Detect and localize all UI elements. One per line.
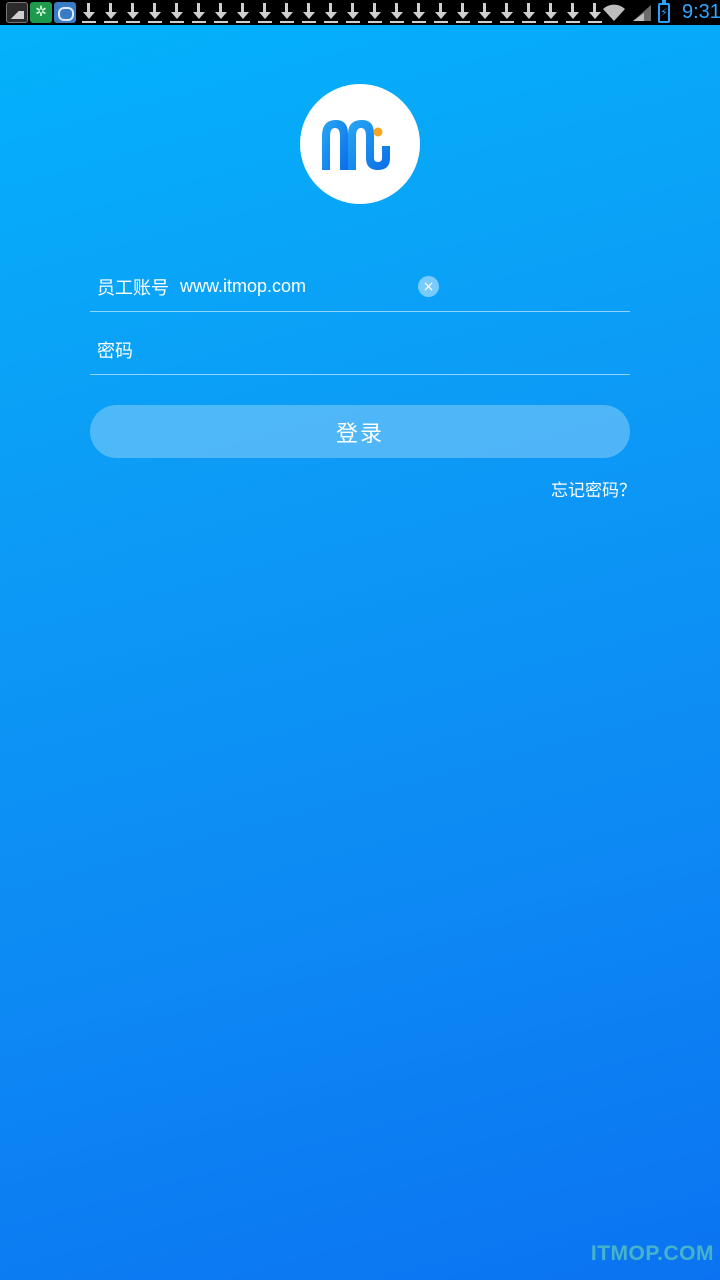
download-icon (434, 2, 448, 23)
download-icon (302, 2, 316, 23)
download-icon (500, 2, 514, 23)
password-input[interactable] (144, 339, 374, 360)
wifi-icon (603, 4, 625, 21)
download-icon (148, 2, 162, 23)
download-icon (478, 2, 492, 23)
login-button[interactable]: 登录 (90, 405, 630, 458)
account-input[interactable] (180, 276, 410, 297)
battery-charging-icon (658, 0, 670, 23)
download-icon (324, 2, 338, 23)
download-icon (170, 2, 184, 23)
download-icon (280, 2, 294, 23)
download-icon (544, 2, 558, 23)
green-app-icon (30, 2, 52, 23)
download-icon (390, 2, 404, 23)
app-logo (300, 84, 420, 204)
clear-icon[interactable]: × (418, 276, 439, 297)
clock: 9:31 (682, 1, 720, 23)
download-icon (214, 2, 228, 23)
m-logo-icon (322, 120, 390, 170)
system-indicators: 9:31 (602, 0, 720, 25)
password-label: 密码 (97, 340, 133, 362)
download-icon (192, 2, 206, 23)
download-icon (566, 2, 580, 23)
account-label: 员工账号 (97, 277, 169, 299)
signal-icon (633, 4, 651, 21)
download-icon (346, 2, 360, 23)
download-icon (82, 2, 96, 23)
watermark: ITMOP.COM (590, 1242, 714, 1265)
download-icon (236, 2, 250, 23)
account-field[interactable]: 员工账号 × (90, 262, 630, 312)
download-notifications (82, 0, 602, 25)
forgot-password-link[interactable]: 忘记密码？ (551, 476, 636, 501)
gallery-icon (6, 2, 28, 23)
blue-app-icon (54, 2, 76, 23)
download-icon (104, 2, 118, 23)
download-icon (588, 2, 602, 23)
notification-area (0, 0, 76, 25)
download-icon (258, 2, 272, 23)
download-icon (126, 2, 140, 23)
status-bar: 9:31 (0, 0, 720, 25)
download-icon (368, 2, 382, 23)
password-field[interactable]: 密码 (90, 325, 630, 375)
download-icon (412, 2, 426, 23)
download-icon (522, 2, 536, 23)
download-icon (456, 2, 470, 23)
